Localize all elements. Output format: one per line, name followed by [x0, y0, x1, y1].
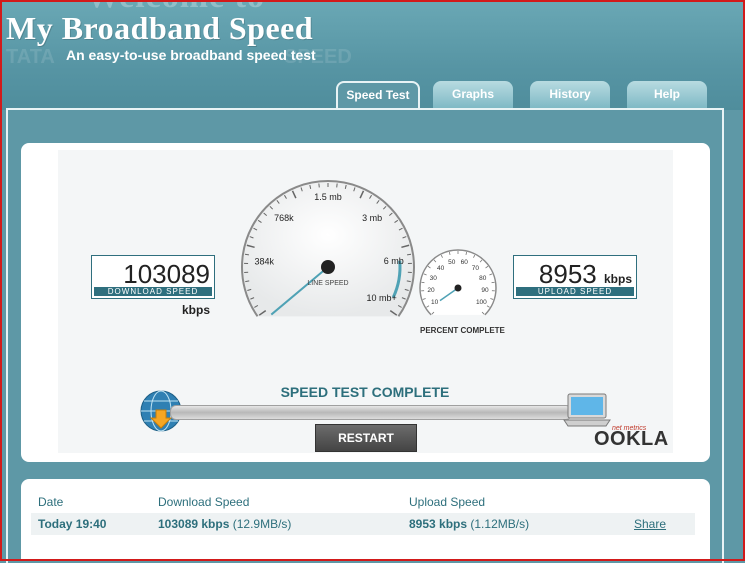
percent-gauge-hub	[455, 285, 462, 292]
percent-gauge-label: 20	[427, 287, 435, 294]
line-gauge-tick	[245, 281, 249, 282]
result-upload-detail: (1.12MB/s)	[470, 517, 529, 531]
line-gauge-tick	[245, 254, 249, 255]
upload-speed-display: 8953 kbps UPLOAD SPEED	[513, 255, 637, 299]
upload-column-header: Upload Speed	[409, 495, 485, 509]
site-header: Welcome to TATA SPEED My Broadband Speed…	[0, 0, 745, 110]
upload-speed-value: 8953	[539, 259, 597, 289]
table-row	[31, 513, 695, 535]
site-tagline: An easy-to-use broadband speed test	[66, 47, 316, 63]
line-gauge-label: 1.5 mb	[314, 192, 342, 202]
percent-gauge-label: 100	[476, 299, 487, 306]
line-gauge-tick	[407, 254, 411, 255]
percent-gauge-label: 40	[437, 265, 445, 272]
line-gauge-hub	[321, 260, 335, 274]
percent-gauge-label: 10	[431, 299, 439, 306]
line-gauge-tick	[407, 281, 411, 282]
results-panel: Date Download Speed Upload Speed Today 1…	[21, 479, 710, 561]
result-download-value: 103089 kbps	[158, 517, 229, 531]
percent-complete-caption: PERCENT COMPLETE	[420, 326, 505, 335]
download-speed-value: 103089	[123, 259, 210, 289]
line-gauge-caption: LINE SPEED	[307, 280, 348, 287]
line-gauge-label: 6 mb	[384, 256, 404, 266]
test-status: SPEED TEST COMPLETE	[260, 384, 470, 400]
percent-gauge-label: 30	[430, 275, 438, 282]
percent-gauge-label: 70	[472, 265, 480, 272]
result-upload-value: 8953 kbps	[409, 517, 467, 531]
ookla-logo: OOKLA	[594, 428, 669, 451]
upload-speed-caption: UPLOAD SPEED	[516, 287, 634, 296]
result-date: Today 19:40	[38, 517, 106, 531]
percent-gauge-label: 60	[461, 259, 469, 266]
share-link[interactable]: Share	[634, 517, 666, 531]
restart-button[interactable]: RESTART	[315, 424, 417, 452]
line-gauge-label: 384k	[254, 256, 274, 266]
download-speed-caption: DOWNLOAD SPEED	[94, 287, 212, 296]
percent-gauge-label: 50	[448, 259, 456, 266]
line-gauge-label: 3 mb	[362, 213, 382, 223]
site-title: My Broadband Speed	[6, 10, 313, 47]
progress-track	[170, 405, 572, 420]
result-upload: 8953 kbps (1.12MB/s)	[409, 517, 529, 531]
header-watermark: TATA	[6, 46, 55, 69]
result-download: 103089 kbps (12.9MB/s)	[158, 517, 291, 531]
percent-gauge-label: 80	[479, 275, 487, 282]
tab-speed-test[interactable]: Speed Test	[336, 81, 420, 110]
tab-help[interactable]: Help	[627, 81, 707, 109]
tab-graphs[interactable]: Graphs	[433, 81, 513, 109]
laptop-icon	[562, 392, 612, 428]
download-speed-display: 103089 kbps DOWNLOAD SPEED	[91, 255, 215, 299]
download-speed-unit: kbps	[182, 303, 210, 317]
line-gauge-label: 10 mb+	[367, 293, 397, 303]
tab-history[interactable]: History	[530, 81, 610, 109]
percent-complete-gauge: 102030405060708090100	[416, 248, 500, 328]
date-column-header: Date	[38, 495, 63, 509]
line-speed-gauge: 384k 768k 1.5 mb 3 mb 6 mb 10 mb+ LINE SPEED	[240, 177, 416, 339]
percent-gauge-label: 90	[481, 287, 489, 294]
download-column-header: Download Speed	[158, 495, 249, 509]
result-download-detail: (12.9MB/s)	[233, 517, 292, 531]
upload-speed-unit: kbps	[604, 272, 632, 286]
line-gauge-label: 768k	[274, 213, 294, 223]
